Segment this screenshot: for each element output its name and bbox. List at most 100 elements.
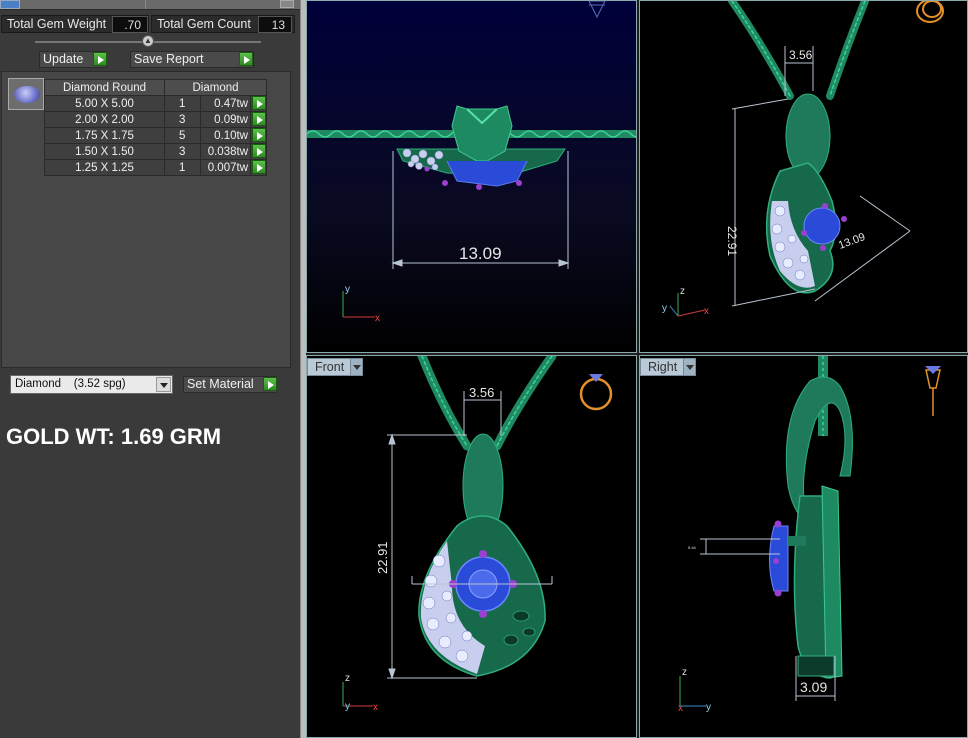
viewport-right-menu[interactable]: Right <box>640 358 696 376</box>
save-report-button[interactable]: Save Report <box>130 51 254 68</box>
axis-z-label: z <box>680 286 685 297</box>
gem-weight-cell: 0.038tw <box>200 143 251 160</box>
gem-list: Diamond Round Diamond 5.00 X 5.00 1 0.47tw… <box>1 71 291 368</box>
total-gem-count-value[interactable]: 13 <box>258 16 292 33</box>
chevron-down-icon[interactable] <box>156 377 171 392</box>
gem-row-action <box>250 111 267 128</box>
gem-table-header: Diamond Round Diamond <box>44 79 267 96</box>
viewport-front-menu[interactable]: Front <box>307 358 363 376</box>
dimension-height-label: 22.91 <box>375 541 390 574</box>
ring-view-icon[interactable] <box>579 374 613 411</box>
gem-count-cell: 1 <box>164 159 201 176</box>
gem-size-cell: 1.75 X 1.75 <box>44 127 165 144</box>
axis-x-label: x <box>375 313 380 324</box>
gem-row-action <box>250 127 267 144</box>
dimension-width-label: 13.09 <box>459 244 502 263</box>
viewport-perspective[interactable]: 3.56 22.91 13.09 z y x <box>639 0 968 353</box>
table-row[interactable]: 5.00 X 5.00 1 0.47tw <box>44 95 267 112</box>
viewport-right-label: Right <box>648 360 678 374</box>
gem-weight-cell: 0.007tw <box>200 159 251 176</box>
gem-weight-cell: 0.10tw <box>200 127 251 144</box>
dimension-width-label: 3.09 <box>800 679 827 695</box>
viewport-top[interactable]: 13.09 y x <box>306 0 637 353</box>
gem-count-cell: 3 <box>164 111 201 128</box>
gem-size-cell: 2.00 X 2.00 <box>44 111 165 128</box>
axis-x-label: x <box>704 306 709 317</box>
gold-weight-annotation: GOLD WT: 1.69 GRM <box>6 424 222 449</box>
dimension-width-label: 3.56 <box>789 48 813 62</box>
perspective-view-canvas: 3.56 22.91 13.09 z y x <box>662 1 944 317</box>
material-select[interactable]: Diamond (3.52 spg) <box>10 375 173 394</box>
row-go-icon[interactable] <box>252 112 266 126</box>
viewport-right[interactable]: 3.09 5.44 z x y Right <box>639 355 968 738</box>
collapse-handle[interactable]: ▲ <box>142 35 154 47</box>
top-view-canvas: 13.09 y x <box>307 1 636 324</box>
axis-triad: z y x <box>342 673 378 713</box>
axis-y-label: y <box>345 284 350 295</box>
dimension-width-label: 3.56 <box>469 385 494 400</box>
gem-row-action <box>250 143 267 160</box>
column-header-material: Diamond <box>164 79 267 96</box>
set-material-go-icon[interactable] <box>263 377 277 391</box>
gem-size-cell: 1.25 X 1.25 <box>44 159 165 176</box>
gem-row-action <box>250 95 267 112</box>
pendant-perspective <box>765 93 847 294</box>
row-go-icon[interactable] <box>252 128 266 142</box>
ring-view-icon[interactable] <box>916 1 944 23</box>
axis-triad: y x <box>342 284 380 324</box>
row-go-icon[interactable] <box>252 144 266 158</box>
chain-front <box>417 356 557 451</box>
gem-row-action <box>250 159 267 176</box>
gem-count-cell: 3 <box>164 143 201 160</box>
chevron-down-icon[interactable] <box>350 359 362 375</box>
column-header-shape: Diamond Round <box>44 79 165 96</box>
gem-count-cell: 1 <box>164 95 201 112</box>
gem-count-cell: 5 <box>164 127 201 144</box>
gem-table: Diamond Round Diamond 5.00 X 5.00 1 0.47tw… <box>44 79 267 176</box>
axis-x-label: x <box>678 703 683 714</box>
axis-triad: z y x <box>662 286 709 317</box>
dimension-small-label: 5.44 <box>688 545 697 550</box>
dimension-height-label: 22.91 <box>725 226 739 256</box>
axis-z-label: z <box>345 673 350 684</box>
gem-size-cell: 1.50 X 1.50 <box>44 143 165 160</box>
axis-triad: z x y <box>678 667 711 714</box>
table-row[interactable]: 1.50 X 1.50 3 0.038tw <box>44 143 267 160</box>
pendant-side <box>769 376 853 679</box>
pendant-top-view <box>396 105 566 190</box>
axis-x-label: x <box>373 702 378 713</box>
material-select-value: Diamond (3.52 spg) <box>15 378 126 390</box>
right-view-canvas: 3.09 5.44 z x y <box>678 356 941 714</box>
save-report-button-label: Save Report <box>134 52 204 66</box>
table-row[interactable]: 1.75 X 1.75 5 0.10tw <box>44 127 267 144</box>
row-go-icon[interactable] <box>252 160 266 174</box>
diamond-round-thumbnail[interactable] <box>8 78 44 110</box>
pendant-front <box>418 433 546 677</box>
viewport-front[interactable]: 3.56 22.91 z y x Front <box>306 355 637 738</box>
gem-weight-cell: 0.47tw <box>200 95 251 112</box>
diamond-view-icon[interactable] <box>588 1 606 19</box>
update-go-icon[interactable] <box>93 52 107 66</box>
axis-y-label: y <box>706 702 711 713</box>
front-view-canvas: 3.56 22.91 z y x <box>342 356 613 713</box>
set-material-button-label: Set Material <box>187 377 254 391</box>
table-row[interactable]: 2.00 X 2.00 3 0.09tw <box>44 111 267 128</box>
chevron-down-icon[interactable] <box>683 359 695 375</box>
panel-menu-icon[interactable] <box>0 0 20 9</box>
pendant-view-icon[interactable] <box>925 366 941 416</box>
viewport-front-label: Front <box>315 360 345 374</box>
row-go-icon[interactable] <box>252 96 266 110</box>
axis-y-label: y <box>662 303 667 314</box>
gem-size-cell: 5.00 X 5.00 <box>44 95 165 112</box>
gem-weight-cell: 0.09tw <box>200 111 251 128</box>
update-button-label: Update <box>43 52 84 66</box>
round-gem-icon <box>14 86 40 103</box>
save-report-go-icon[interactable] <box>239 52 253 66</box>
tab-separator <box>145 0 146 9</box>
gem-properties-panel: Total Gem Weight .70 Total Gem Count 13 … <box>0 0 300 738</box>
total-gem-weight-value[interactable]: .70 <box>112 16 148 33</box>
panel-tab-strip <box>0 0 300 10</box>
panel-close-icon[interactable] <box>280 0 294 8</box>
dimension-depth-label: 13.09 <box>837 231 867 252</box>
table-row[interactable]: 1.25 X 1.25 1 0.007tw <box>44 159 267 176</box>
